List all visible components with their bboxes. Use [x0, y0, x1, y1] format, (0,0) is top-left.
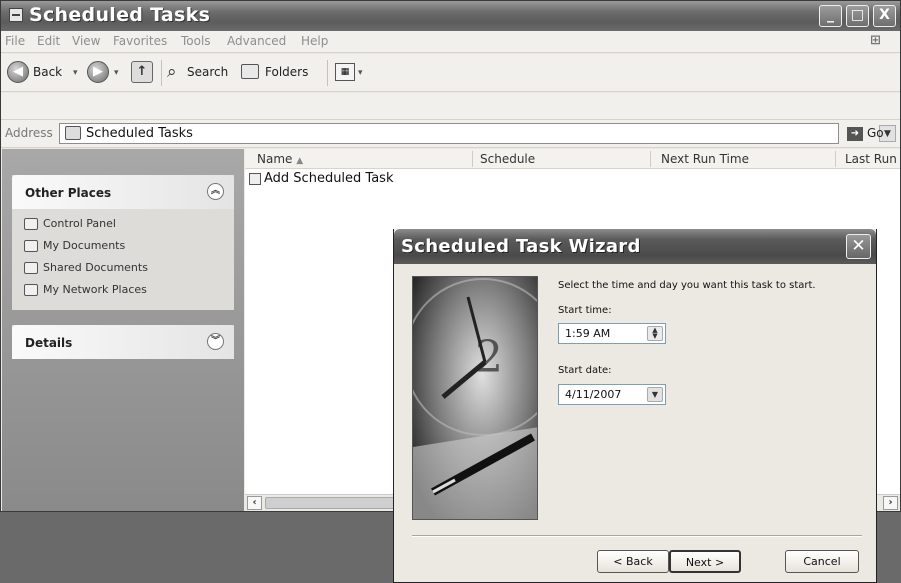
wizard-divider [412, 535, 862, 537]
time-spinner-icon[interactable]: ▲ ▼ [647, 326, 663, 341]
place-my-network-places[interactable]: My Network Places [24, 283, 147, 299]
wizard-close-button[interactable]: ✕ [846, 234, 871, 259]
back-button[interactable]: Back [33, 65, 62, 79]
address-label: Address [5, 126, 53, 140]
minimize-button[interactable]: _ [819, 5, 842, 27]
place-label: My Documents [43, 239, 126, 252]
views-icon[interactable]: ▦ [335, 63, 355, 81]
details-title: Details [25, 336, 73, 350]
column-headers: Name ▲ Schedule Next Run Time Last Run [245, 149, 900, 169]
windows-logo-icon: ⊞ [870, 33, 881, 48]
window-title: Scheduled Tasks [29, 4, 211, 26]
menu-tools[interactable]: Tools [181, 34, 211, 48]
column-schedule[interactable]: Schedule [480, 152, 535, 166]
menu-view[interactable]: View [72, 34, 100, 48]
wizard-next-button[interactable]: Next > [669, 550, 741, 573]
column-name-label: Name [257, 152, 293, 166]
other-places-panel: Other Places ︽ Control Panel My Document… [12, 175, 234, 310]
scheduled-task-wizard-dialog: Scheduled Task Wizard ✕ 2 Select the tim… [393, 229, 877, 583]
back-dropdown-icon[interactable]: ▾ [73, 68, 78, 78]
column-last-run[interactable]: Last Run [845, 152, 897, 166]
go-label: Go [867, 126, 884, 140]
network-places-icon [24, 284, 38, 296]
column-next-run-time[interactable]: Next Run Time [661, 152, 749, 166]
go-button[interactable]: ➜ Go [847, 126, 884, 141]
details-header[interactable]: Details ︾ [12, 325, 234, 359]
menu-help[interactable]: Help [301, 34, 328, 48]
start-time-value: 1:59 AM [565, 327, 611, 340]
date-dropdown-icon[interactable]: ▼ [647, 387, 663, 402]
folders-button[interactable]: Folders [265, 65, 308, 79]
column-name[interactable]: Name ▲ [257, 152, 303, 166]
chevron-down-icon[interactable]: ︾ [207, 333, 224, 350]
place-label: Control Panel [43, 217, 116, 230]
search-icon[interactable]: ⌕ [167, 62, 177, 82]
scheduled-tasks-folder-icon [65, 126, 81, 140]
place-label: My Network Places [43, 283, 147, 296]
address-bar: Address Scheduled Tasks ▼ ➜ Go [1, 120, 900, 148]
clock-pen-illustration: 2 [412, 276, 538, 520]
file-name: Add Scheduled Task [264, 171, 394, 186]
start-date-value: 4/11/2007 [565, 388, 622, 401]
scrollbar-thumb[interactable] [265, 497, 405, 509]
toolbar-spacer [1, 93, 900, 120]
forward-arrow-icon[interactable]: ▶ [87, 61, 109, 83]
up-folder-icon[interactable]: ↑ [131, 61, 153, 83]
chevron-up-icon[interactable]: ︽ [207, 183, 224, 200]
place-control-panel[interactable]: Control Panel [24, 217, 116, 233]
close-button[interactable]: X [873, 5, 896, 27]
maximize-button[interactable]: □ [846, 5, 869, 27]
menu-edit[interactable]: Edit [37, 34, 60, 48]
title-bar[interactable]: Scheduled Tasks _ □ X [1, 1, 900, 31]
menu-file[interactable]: File [5, 34, 25, 48]
wizard-title: Scheduled Task Wizard [401, 236, 641, 257]
scroll-left-icon[interactable]: ‹ [247, 496, 262, 510]
menu-favorites[interactable]: Favorites [113, 34, 167, 48]
other-places-title: Other Places [25, 186, 112, 200]
list-item[interactable]: Add Scheduled Task [249, 171, 393, 186]
shared-folder-icon [24, 262, 38, 274]
scheduled-tasks-icon [9, 8, 23, 22]
go-arrow-icon: ➜ [847, 126, 863, 141]
add-task-icon [249, 172, 261, 185]
task-pane: Other Places ︽ Control Panel My Document… [2, 149, 244, 511]
start-date-label: Start date: [558, 365, 612, 376]
wizard-prompt: Select the time and day you want this ta… [558, 280, 816, 291]
sort-ascending-icon: ▲ [296, 156, 304, 166]
address-value: Scheduled Tasks [86, 126, 193, 141]
wizard-cancel-button[interactable]: Cancel [785, 550, 859, 573]
place-my-documents[interactable]: My Documents [24, 239, 125, 255]
scroll-right-icon[interactable]: › [883, 496, 898, 510]
details-panel: Details ︾ [12, 325, 234, 359]
wizard-back-button[interactable]: < Back [597, 550, 669, 573]
menu-advanced[interactable]: Advanced [227, 34, 286, 48]
start-date-picker[interactable]: 4/11/2007 ▼ [558, 384, 666, 405]
address-input[interactable]: Scheduled Tasks ▼ [59, 123, 896, 144]
toolbar: ◀ Back ▾ ▶ ▾ ↑ ⌕ Search Folders ▦ ▾ [1, 54, 900, 92]
forward-dropdown-icon[interactable]: ▾ [114, 68, 119, 78]
other-places-header[interactable]: Other Places ︽ [12, 175, 234, 209]
start-time-input[interactable]: 1:59 AM ▲ ▼ [558, 323, 666, 344]
start-time-label: Start time: [558, 305, 612, 316]
views-dropdown-icon[interactable]: ▾ [358, 68, 363, 78]
folders-icon[interactable] [241, 64, 259, 79]
control-panel-icon [24, 218, 38, 230]
place-shared-documents[interactable]: Shared Documents [24, 261, 148, 277]
menu-bar: File Edit View Favorites Tools Advanced … [1, 31, 900, 53]
back-arrow-icon[interactable]: ◀ [7, 61, 29, 83]
search-button[interactable]: Search [187, 65, 228, 79]
my-documents-icon [24, 240, 38, 252]
wizard-title-bar[interactable]: Scheduled Task Wizard ✕ [394, 229, 876, 264]
place-label: Shared Documents [43, 261, 148, 274]
